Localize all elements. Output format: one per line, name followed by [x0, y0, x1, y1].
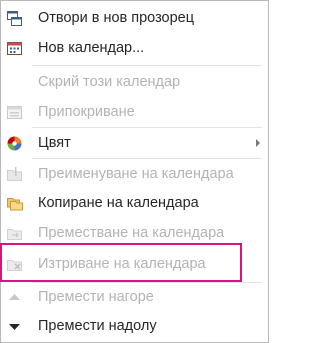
menu-item-label: Отвори в нов прозорец	[38, 10, 195, 26]
calendar-context-menu: Отвори в нов прозорец Нов календар... Ск…	[0, 0, 269, 343]
menu-item-label: Премести надолу	[38, 318, 157, 334]
move-up-icon	[6, 289, 23, 306]
menu-item-overlay[interactable]: Припокриване	[1, 97, 268, 127]
menu-item-label: Копиране на календара	[38, 195, 199, 211]
rename-folder-icon	[6, 166, 23, 183]
menu-item-new-calendar[interactable]: Нов календар...	[1, 33, 268, 63]
submenu-arrow-icon	[256, 139, 260, 147]
menu-item-copy-calendar[interactable]: Копиране на календара	[1, 188, 268, 218]
copy-folder-icon	[6, 195, 23, 212]
menu-item-label: Припокриване	[38, 104, 135, 120]
new-calendar-icon	[6, 40, 23, 57]
menu-item-label: Скрий този календар	[38, 74, 181, 90]
menu-item-color[interactable]: Цвят	[1, 128, 268, 158]
menu-item-label: Преименуване на календара	[38, 166, 234, 182]
move-down-icon	[6, 318, 23, 335]
menu-item-label: Премести нагоре	[38, 289, 154, 305]
separator	[32, 65, 262, 66]
menu-item-label: Нов календар...	[38, 40, 145, 56]
new-window-icon	[6, 10, 23, 27]
menu-item-move-down[interactable]: Премести надолу	[1, 311, 268, 341]
menu-item-open-new-window[interactable]: Отвори в нов прозорец	[1, 3, 268, 33]
color-palette-icon	[6, 135, 23, 152]
menu-item-hide-calendar[interactable]: Скрий този календар	[1, 67, 268, 97]
delete-calendar-highlight-box	[0, 243, 242, 282]
menu-item-label: Преместване на календара	[38, 225, 225, 241]
menu-item-rename-calendar[interactable]: Преименуване на календара	[1, 159, 268, 189]
overlay-icon	[6, 104, 23, 121]
menu-item-move-up[interactable]: Премести нагоре	[1, 282, 268, 312]
move-folder-icon	[6, 225, 23, 242]
menu-item-label: Цвят	[38, 135, 71, 151]
